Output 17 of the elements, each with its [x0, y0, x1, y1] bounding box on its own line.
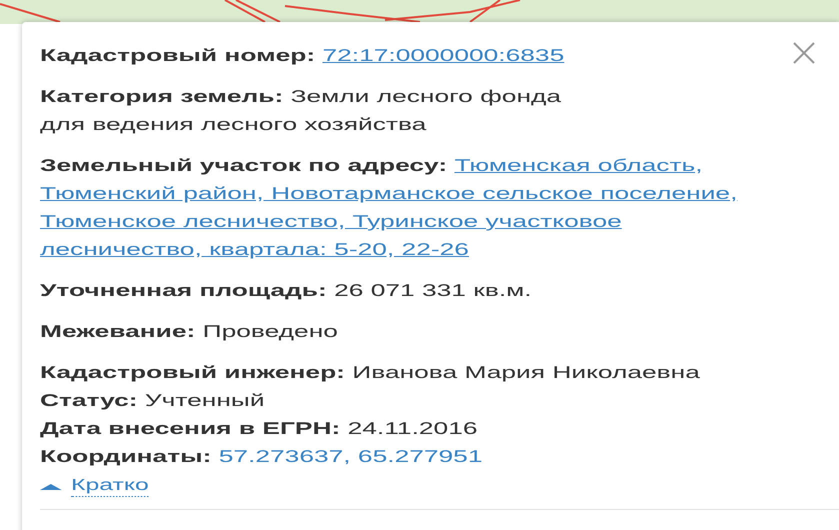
field-text: Статус: Учтенный: [40, 390, 266, 412]
coordinates-value: 57.273637, 65.277951: [218, 447, 482, 466]
field-label: Координаты:: [40, 447, 212, 466]
field-label: Земельный участок по адресу:: [40, 156, 448, 175]
close-icon[interactable]: [791, 40, 817, 66]
field-text: Категория земель: Земли лесного фонда для ведения лесного хозяйства: [40, 86, 562, 136]
field-text: Кадастровый инженер: Иванова Мария Николаевна: [40, 362, 701, 384]
value-link[interactable]: Тюменская область,: [454, 156, 703, 175]
toggle-link[interactable]: Кратко: [71, 476, 149, 497]
field-label: Кадастровый номер:: [40, 46, 316, 65]
field-text: Дата внесения в ЕГРН: 24.11.2016: [40, 418, 479, 440]
value-link[interactable]: 72:17:0000000:6835: [322, 46, 564, 65]
value-link[interactable]: лесничество, квартала: 5-20, 22-26: [40, 236, 469, 264]
value-link[interactable]: Тюменский район, Новотарманское сельское поселение,: [40, 180, 738, 208]
field-text: Уточненная площадь: 26 071 331 кв.м.: [40, 280, 533, 302]
value-link[interactable]: Тюменское лесничество, Туринское участковое: [40, 208, 622, 236]
field-text: Межевание: Проведено: [40, 321, 339, 343]
